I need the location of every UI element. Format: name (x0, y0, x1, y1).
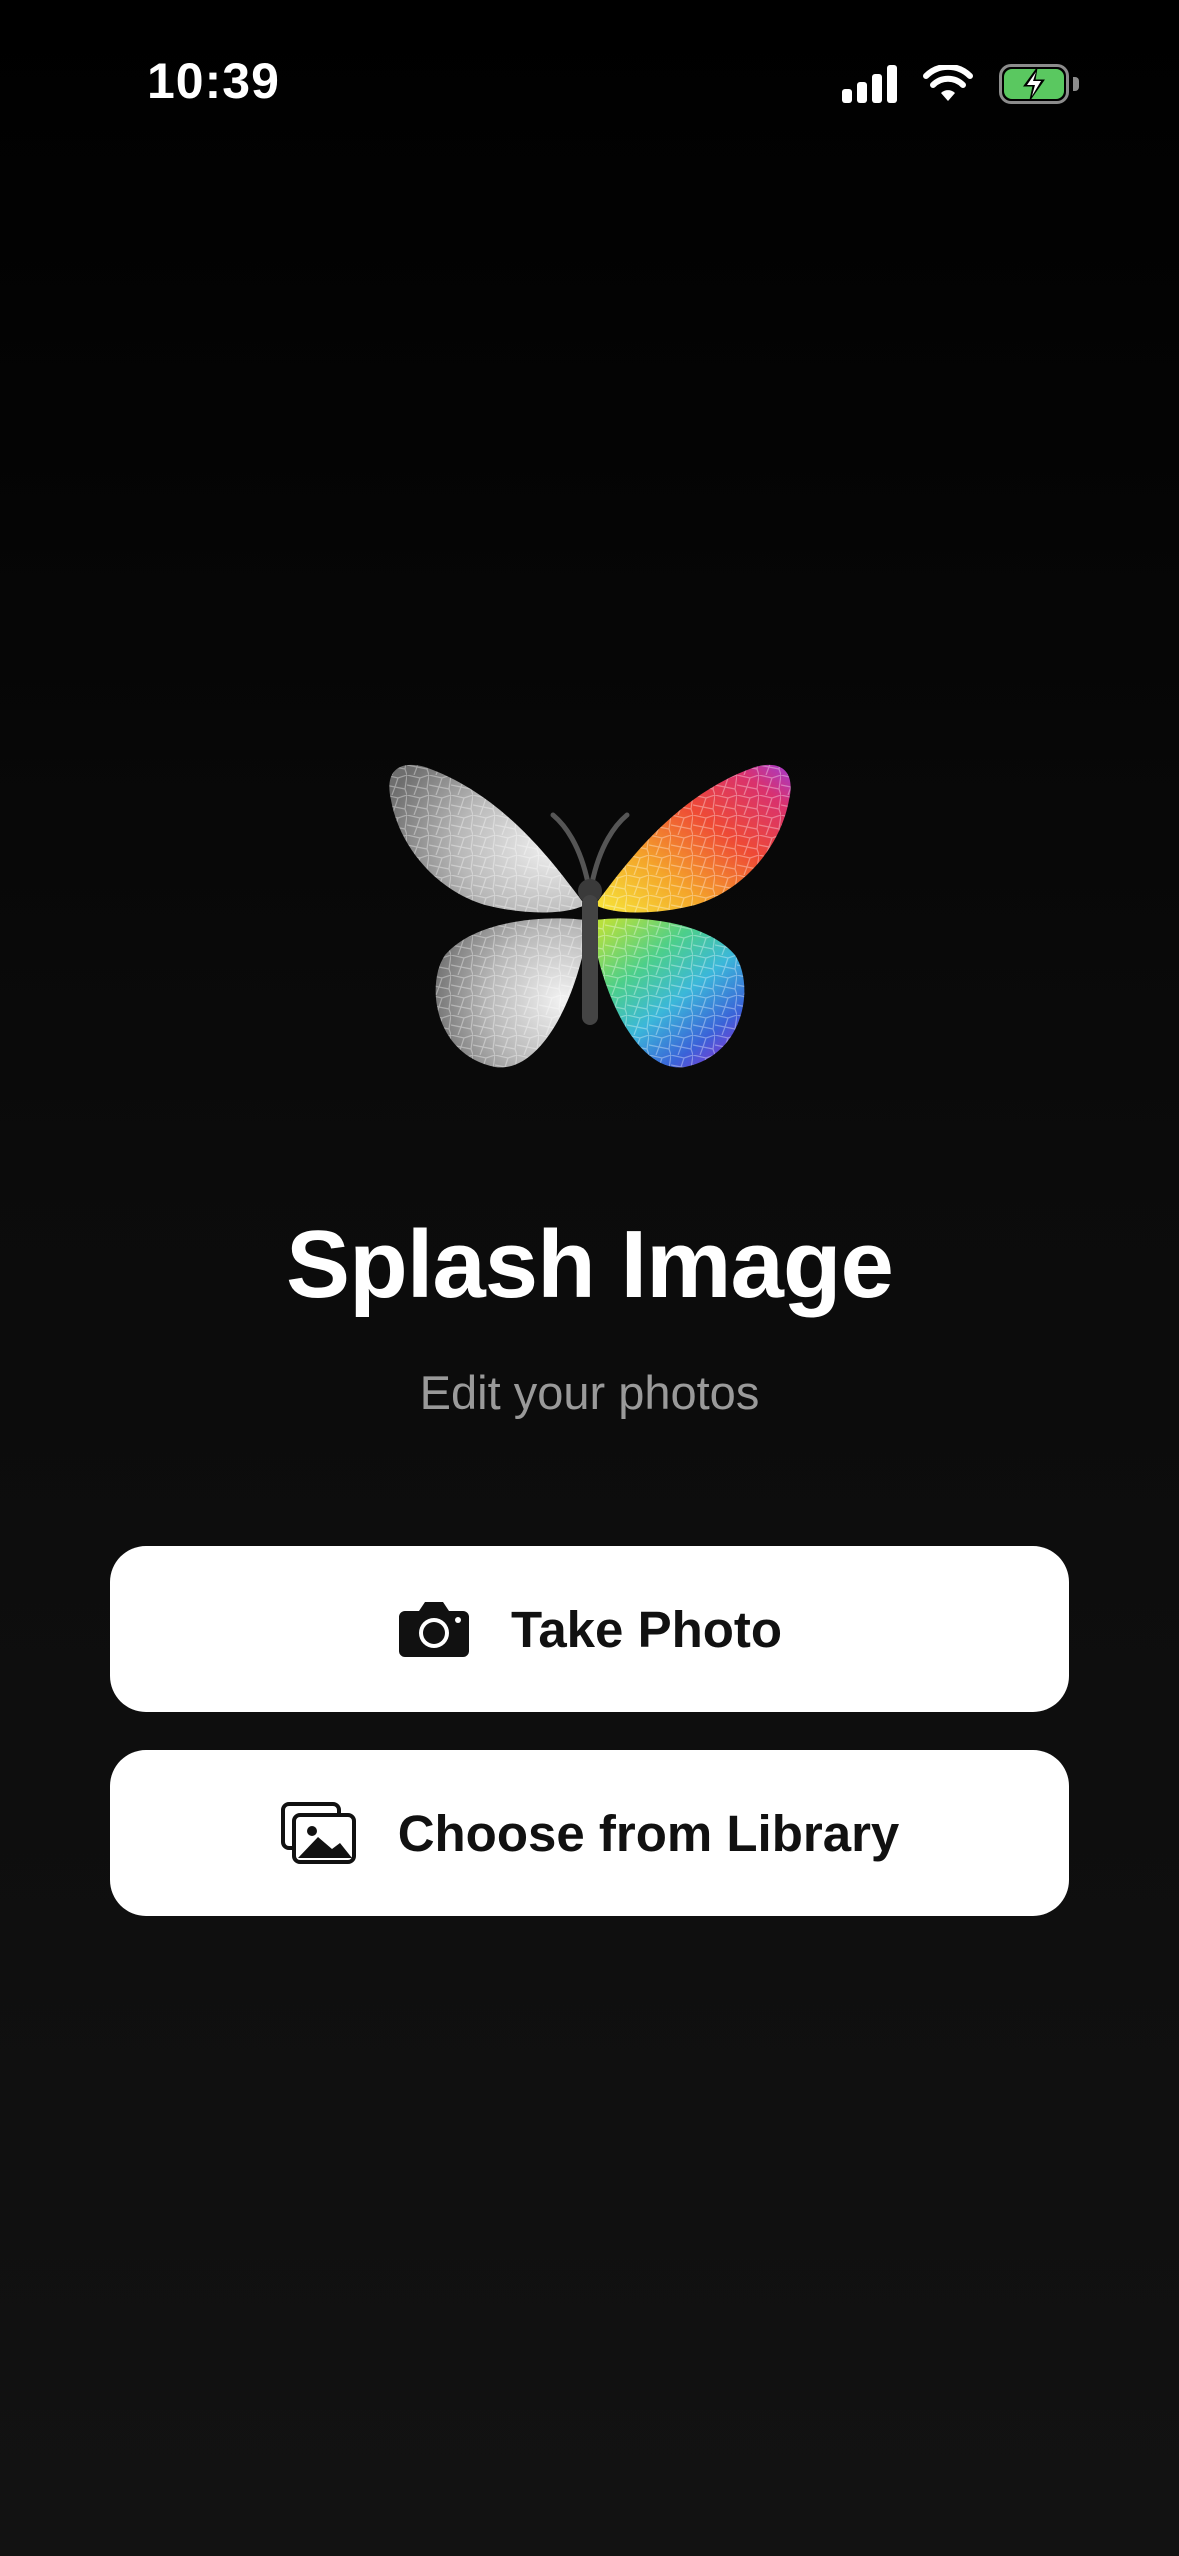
butterfly-logo (389, 764, 791, 1068)
status-icons (842, 64, 1079, 104)
take-photo-button[interactable]: Take Photo (110, 1546, 1069, 1712)
choose-from-library-button[interactable]: Choose from Library (110, 1750, 1069, 1916)
camera-icon (398, 1602, 469, 1657)
photo-library-icon (280, 1802, 356, 1864)
cellular-signal-icon (842, 65, 897, 103)
status-bar: 10:39 (0, 0, 1179, 170)
status-time: 10:39 (147, 53, 280, 109)
take-photo-label: Take Photo (510, 1600, 783, 1658)
battery-charging-icon (999, 64, 1079, 104)
choose-from-library-label: Choose from Library (397, 1804, 900, 1862)
app-title: Splash Image (286, 1211, 894, 1318)
app-subtitle: Edit your photos (419, 1366, 760, 1419)
wifi-icon (923, 65, 973, 101)
